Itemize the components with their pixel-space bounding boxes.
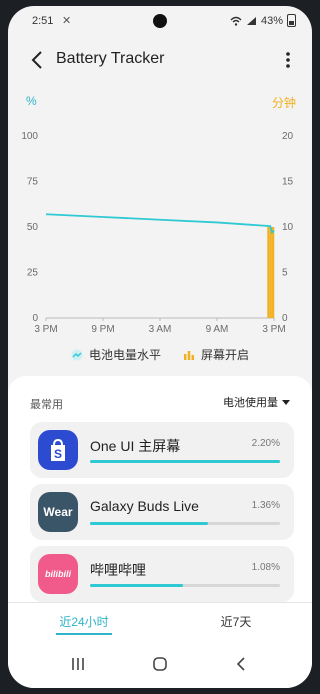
app-row-bilibili[interactable]: bilibili 哔哩哔哩 1.08% xyxy=(30,546,294,602)
recents-icon[interactable] xyxy=(66,652,90,676)
app-name: Galaxy Buds Live xyxy=(90,498,199,514)
screen-on-icon xyxy=(184,350,194,360)
y-right-tick-label: 5 xyxy=(282,268,288,279)
back-nav-icon[interactable] xyxy=(230,652,254,676)
wear-icon-text: Wear xyxy=(43,505,73,519)
y-left-tick-label: 25 xyxy=(27,268,39,279)
camera-cutout xyxy=(153,14,167,28)
section-title: 最常用 xyxy=(30,399,63,411)
signal-icon xyxy=(246,16,256,25)
dropdown-caret-icon xyxy=(282,399,290,405)
tab-7-days[interactable]: 近7天 xyxy=(160,603,312,635)
app-bar: Battery Tracker xyxy=(8,38,312,82)
status-right: 43% xyxy=(230,14,296,27)
y-left-tick-label: 75 xyxy=(27,177,39,188)
period-tabs: 近24小时 近7天 xyxy=(8,602,312,635)
app-name: One UI 主屏幕 xyxy=(90,438,181,454)
app-name: 哔哩哔哩 xyxy=(90,562,146,578)
oneui-icon-letter: S xyxy=(54,447,62,461)
app-row-oneui[interactable]: S One UI 主屏幕 2.20% xyxy=(30,422,294,478)
battery-level-line xyxy=(45,213,275,235)
phone-screen: 2:51 ✕ 43% Battery Tracker % 分钟 100 75 50 2… xyxy=(8,6,312,688)
bilibili-app-icon: bilibili xyxy=(38,554,78,594)
bilibili-icon-text: bilibili xyxy=(45,569,71,579)
usage-bar-fill xyxy=(90,522,208,525)
app-row-buds[interactable]: Wear Galaxy Buds Live 1.36% xyxy=(30,484,294,540)
legend-item-battery: 电池电量水平 xyxy=(71,346,161,363)
y-right-tick-label: 0 xyxy=(282,313,288,324)
legend-label-screen: 屏幕开启 xyxy=(201,348,250,362)
home-icon[interactable] xyxy=(148,652,172,676)
wear-app-icon: Wear xyxy=(38,492,78,532)
app-percent: 2.20% xyxy=(251,438,280,449)
page-title: Battery Tracker xyxy=(56,50,165,67)
y-right-tick-label: 15 xyxy=(282,177,294,188)
status-time: 2:51 xyxy=(32,15,54,27)
usage-bar xyxy=(90,522,280,525)
oneui-app-icon: S xyxy=(38,430,78,470)
x-tick-label: 3 PM xyxy=(34,324,57,335)
status-bar: 2:51 ✕ 43% xyxy=(8,6,312,36)
chart-legend: 电池电量水平 屏幕开启 xyxy=(8,346,312,363)
x-tick-label: 3 AM xyxy=(149,324,172,335)
battery-percent: 43% xyxy=(260,14,283,27)
notification-icon: ✕ xyxy=(62,15,72,27)
more-options-icon[interactable] xyxy=(278,48,298,72)
sort-dropdown[interactable]: 电池使用量 xyxy=(223,394,290,410)
system-nav-bar xyxy=(8,642,312,682)
x-tick-label: 9 PM xyxy=(91,324,114,335)
left-axis-unit: % xyxy=(26,94,37,108)
battery-chart: 1007550250201510503 PM 9 PM 3 AM 9 AM 3 PM xyxy=(21,131,294,335)
legend-item-screen: 屏幕开启 xyxy=(183,346,249,363)
x-tick-label: 3 PM xyxy=(262,324,285,335)
wifi-icon xyxy=(230,16,242,26)
screen-on-bar xyxy=(272,227,275,318)
app-percent: 1.36% xyxy=(251,500,280,511)
battery-icon xyxy=(287,14,296,27)
screen-on-bar xyxy=(269,227,272,318)
y-left-tick-label: 100 xyxy=(21,131,38,142)
usage-bar-fill xyxy=(90,460,280,463)
y-left-tick-label: 50 xyxy=(27,222,39,233)
back-arrow-icon[interactable] xyxy=(26,48,50,72)
y-right-tick-label: 20 xyxy=(282,131,294,142)
battery-level-icon xyxy=(71,349,83,360)
y-right-tick-label: 10 xyxy=(282,222,294,233)
screen-on-bar xyxy=(267,227,270,318)
x-tick-label: 9 AM xyxy=(206,324,229,335)
usage-bar xyxy=(90,460,280,463)
tab-24-hours[interactable]: 近24小时 xyxy=(8,603,160,635)
legend-label-battery: 电池电量水平 xyxy=(88,348,161,362)
y-left-tick-label: 0 xyxy=(32,313,38,324)
usage-bar xyxy=(90,584,280,587)
right-axis-unit: 分钟 xyxy=(271,96,296,110)
sort-label: 电池使用量 xyxy=(223,397,278,409)
usage-card: 最常用 电池使用量 S One UI 主屏幕 2.20% Wear Galaxy… xyxy=(8,376,312,688)
usage-bar-fill xyxy=(90,584,184,587)
app-percent: 1.08% xyxy=(251,562,280,573)
